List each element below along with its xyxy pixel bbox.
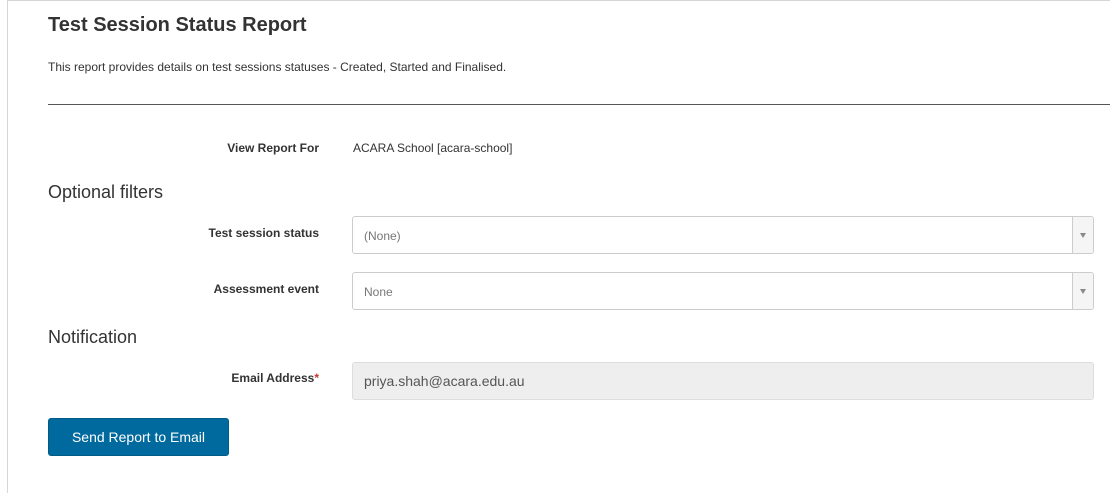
view-report-for-label: View Report For <box>227 141 319 155</box>
assessment-event-selected: None <box>364 285 393 299</box>
notification-heading: Notification <box>48 327 138 347</box>
test-session-status-label: Test session status <box>208 226 319 240</box>
send-report-button[interactable]: Send Report to Email <box>48 418 229 456</box>
test-session-status-dropdown-button[interactable] <box>1072 217 1093 253</box>
assessment-event-label: Assessment event <box>213 282 319 296</box>
caret-down-icon <box>1080 233 1086 238</box>
email-address-label: Email Address* <box>48 371 319 385</box>
email-address-label-text: Email Address <box>231 371 315 385</box>
test-session-status-select[interactable]: (None) <box>352 216 1094 254</box>
email-address-field[interactable]: priya.shah@acara.edu.au <box>352 362 1094 400</box>
title-divider <box>48 104 1110 105</box>
email-address-value: priya.shah@acara.edu.au <box>364 373 525 389</box>
assessment-event-select[interactable]: None <box>352 272 1094 310</box>
page-title: Test Session Status Report <box>48 14 307 36</box>
view-report-for-value: ACARA School [acara-school] <box>353 141 513 155</box>
test-session-status-selected: (None) <box>364 229 401 243</box>
assessment-event-dropdown-button[interactable] <box>1072 273 1093 309</box>
caret-down-icon <box>1080 289 1086 294</box>
optional-filters-heading: Optional filters <box>48 182 164 202</box>
report-description: This report provides details on test ses… <box>48 60 507 74</box>
required-marker: * <box>314 371 319 385</box>
